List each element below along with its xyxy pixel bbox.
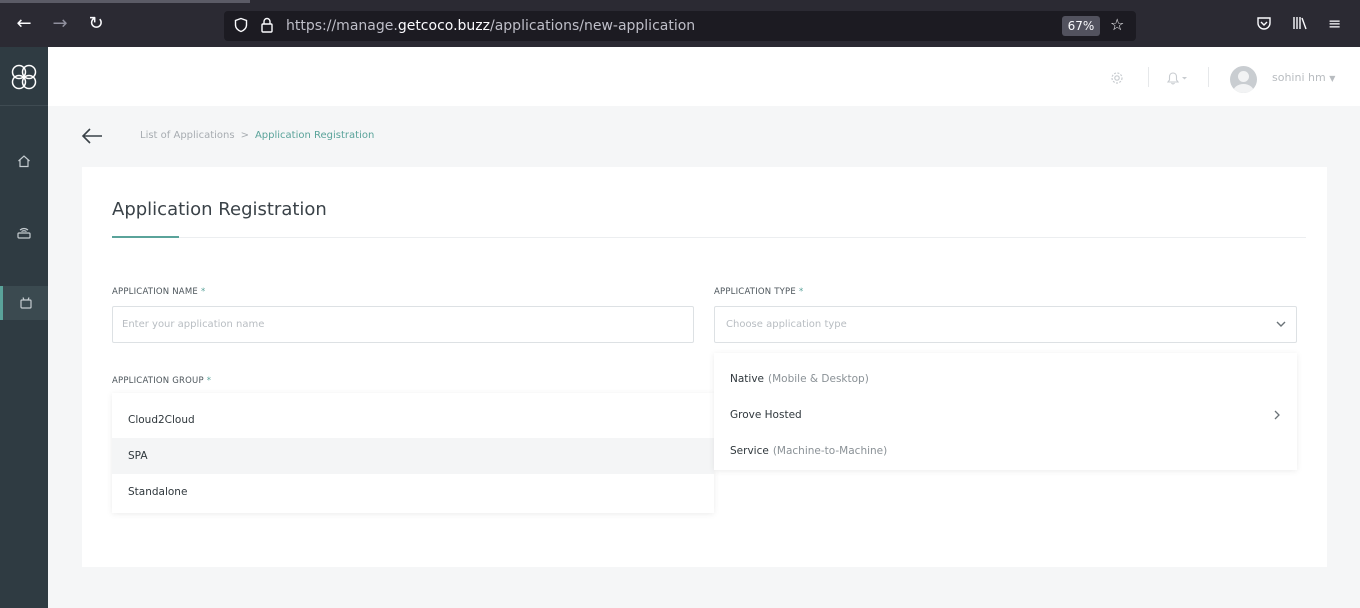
application-group-label: APPLICATION GROUP *: [112, 376, 212, 386]
type-option-grove-hosted[interactable]: Grove Hosted: [714, 397, 1297, 433]
application-type-dropdown: Native (Mobile & Desktop) Grove Hosted Se…: [714, 353, 1297, 470]
chevron-down-icon: [1276, 321, 1286, 327]
header-separator: [1148, 67, 1149, 87]
shield-icon[interactable]: [232, 17, 250, 35]
sidebar-item-applications[interactable]: [0, 286, 48, 320]
title-accent-bar: [112, 236, 179, 238]
chevron-right-icon: [1274, 410, 1280, 420]
breadcrumb-current: Application Registration: [254, 130, 375, 141]
application-type-placeholder: Choose application type: [726, 319, 847, 330]
header-separator: [1208, 67, 1209, 87]
app-logo-icon[interactable]: [10, 63, 38, 91]
sidebar-item-devices[interactable]: [0, 215, 48, 249]
sidebar-item-home[interactable]: [0, 144, 48, 178]
url-text[interactable]: https://manage.getcoco.buzz/applications…: [286, 18, 695, 34]
back-arrow-icon[interactable]: [80, 126, 104, 146]
application-name-input[interactable]: [112, 306, 694, 343]
pocket-icon[interactable]: [1256, 15, 1272, 35]
group-option-spa[interactable]: SPA: [112, 438, 714, 474]
type-option-native[interactable]: Native (Mobile & Desktop): [714, 361, 1297, 397]
settings-gear-icon[interactable]: [1110, 71, 1124, 85]
zoom-level[interactable]: 67%: [1062, 16, 1100, 36]
sidebar-divider: [0, 105, 48, 106]
router-icon: [17, 227, 31, 239]
breadcrumb-separator: >: [240, 130, 249, 141]
group-option-standalone[interactable]: Standalone: [112, 474, 714, 510]
browser-tab-strip: [0, 0, 250, 3]
application-group-dropdown: Cloud2Cloud SPA Standalone: [112, 393, 714, 513]
app-header: sohini hm ▼: [48, 47, 1360, 106]
bookmark-star-icon[interactable]: ☆: [1110, 15, 1124, 34]
user-name: sohini hm: [1272, 71, 1326, 84]
reload-icon[interactable]: ↻: [86, 14, 106, 34]
group-option-cloud2cloud[interactable]: Cloud2Cloud: [112, 402, 714, 438]
user-menu[interactable]: sohini hm ▼: [1272, 71, 1335, 84]
forward-icon[interactable]: →: [50, 14, 70, 34]
breadcrumb: List of Applications > Application Registr…: [140, 130, 374, 141]
title-divider: [112, 237, 1306, 238]
application-name-label: APPLICATION NAME *: [112, 287, 206, 297]
type-option-service[interactable]: Service (Machine-to-Machine): [714, 433, 1297, 469]
chevron-down-icon: ▼: [1329, 74, 1336, 83]
sidebar: [0, 47, 48, 608]
browser-toolbar: ← → ↻ https://manage.getcoco.buzz/applic…: [0, 0, 1360, 47]
library-icon[interactable]: [1292, 15, 1308, 35]
lock-icon[interactable]: [258, 17, 276, 35]
avatar[interactable]: [1230, 66, 1257, 93]
application-type-label: APPLICATION TYPE *: [714, 287, 804, 297]
page-title: Application Registration: [112, 199, 327, 220]
application-type-select[interactable]: Choose application type: [714, 306, 1297, 343]
menu-icon[interactable]: ≡: [1328, 15, 1341, 33]
registration-card: Application Registration APPLICATION NAM…: [82, 167, 1327, 567]
notification-bell-icon[interactable]: [1166, 71, 1190, 85]
home-icon: [18, 155, 30, 168]
breadcrumb-parent-link[interactable]: List of Applications: [140, 130, 235, 141]
applications-icon: [19, 297, 32, 309]
url-bar[interactable]: https://manage.getcoco.buzz/applications…: [224, 11, 1136, 41]
back-icon[interactable]: ←: [14, 14, 34, 34]
